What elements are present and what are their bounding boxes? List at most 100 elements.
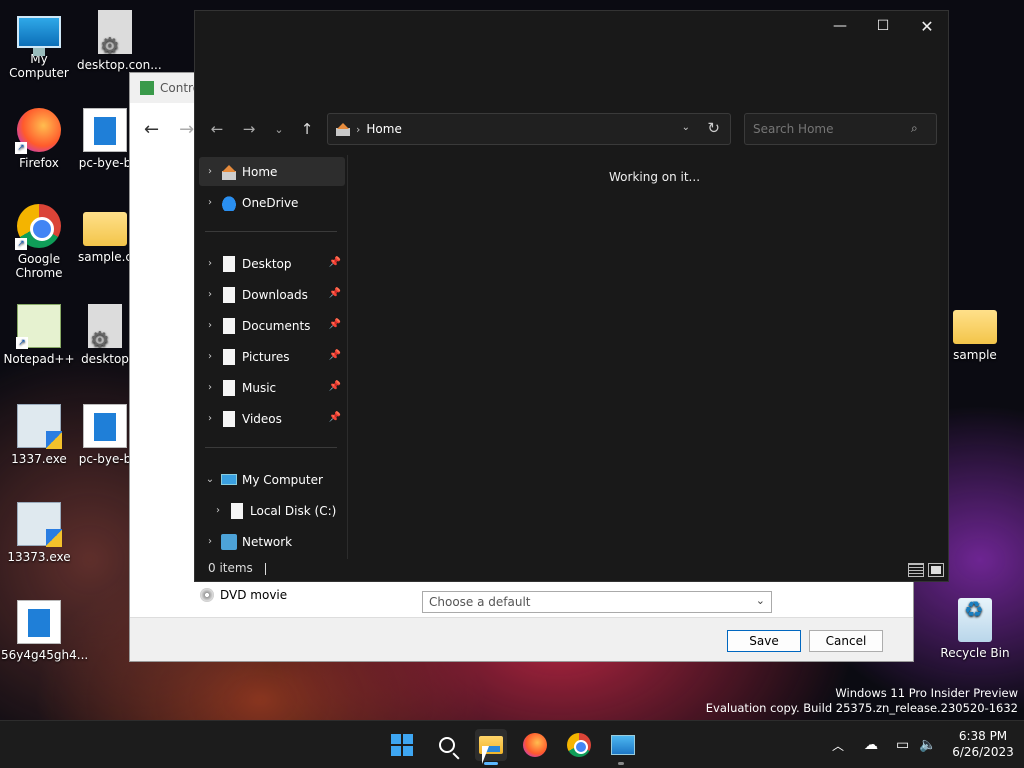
desktop-icon-desktop[interactable]: desktop — [77, 304, 133, 366]
chevron-right-icon[interactable]: › — [199, 166, 221, 177]
pin-icon[interactable]: 📌 — [329, 257, 341, 268]
forward-arrow-icon[interactable]: → — [179, 119, 194, 140]
back-arrow-icon[interactable]: ← — [144, 119, 159, 140]
settings-file-icon — [98, 10, 132, 54]
sidebar-item-label: Videos — [242, 411, 282, 426]
taskbar: ︿ ☁ ▭ 🔈 6:38 PM 6/26/2023 — [0, 720, 1024, 768]
pin-icon[interactable]: 📌 — [329, 350, 341, 361]
sidebar-item-pictures[interactable]: › Pictures 📌 — [199, 342, 345, 371]
taskbar-clock[interactable]: 6:38 PM 6/26/2023 — [948, 728, 1018, 760]
chevron-right-icon[interactable]: › — [199, 258, 221, 269]
taskbar-firefox[interactable] — [519, 729, 551, 761]
start-button[interactable] — [386, 729, 418, 761]
taskbar-search-button[interactable] — [431, 729, 463, 761]
sidebar-item-network[interactable]: › Network — [199, 527, 345, 556]
pin-icon[interactable]: 📌 — [329, 412, 341, 423]
desktop-icon-notepadpp[interactable]: Notepad++ — [1, 304, 77, 366]
chevron-right-icon[interactable]: › — [207, 505, 229, 516]
volume-icon[interactable]: 🔈 — [919, 721, 936, 768]
sidebar-item-videos[interactable]: › Videos 📌 — [199, 404, 345, 433]
sidebar-item-downloads[interactable]: › Downloads 📌 — [199, 280, 345, 309]
chevron-right-icon[interactable]: › — [199, 382, 221, 393]
explorer-toolbar: ← → ⌄ ↑ › Home ⌄ ↻ ⌕ — [195, 111, 948, 147]
explorer-titlebar: — ☐ ✕ — [195, 11, 948, 41]
breadcrumb-home[interactable]: Home — [366, 122, 401, 136]
desktop-icon-desktop-config[interactable]: desktop.con... — [77, 10, 162, 72]
sidebar-item-desktop[interactable]: › Desktop 📌 — [199, 249, 345, 278]
pin-icon[interactable]: 📌 — [329, 319, 341, 330]
forward-arrow-icon[interactable]: → — [233, 114, 265, 144]
document-icon — [83, 404, 127, 448]
breadcrumb-separator-icon: › — [356, 122, 361, 136]
desktop-icon-pc-bye-2[interactable]: pc-bye-b — [77, 404, 133, 466]
chevron-down-icon: ⌄ — [755, 594, 765, 607]
back-arrow-icon[interactable]: ← — [201, 114, 233, 144]
windows-logo-icon — [391, 734, 413, 756]
running-app-indicator — [618, 762, 624, 765]
save-button[interactable]: Save — [727, 630, 801, 652]
sidebar-item-label: Music — [242, 380, 277, 395]
home-icon — [336, 122, 350, 136]
dvd-default-select[interactable]: Choose a default ⌄ — [422, 591, 772, 613]
sidebar-item-my-computer[interactable]: ⌄ My Computer — [199, 465, 345, 494]
chevron-down-icon[interactable]: ⌄ — [682, 122, 690, 133]
cancel-button[interactable]: Cancel — [809, 630, 883, 652]
desktop-icon-sample-c[interactable]: sample.c — [77, 204, 133, 264]
pin-icon[interactable]: 📌 — [329, 288, 341, 299]
mouse-cursor-icon — [482, 746, 489, 764]
show-hidden-icons-chevron-icon[interactable]: ︿ — [832, 721, 844, 768]
chevron-right-icon[interactable]: › — [199, 320, 221, 331]
chevron-right-icon[interactable]: › — [199, 413, 221, 424]
desktop-icon-label: 56y4g45gh4... — [1, 648, 89, 662]
sidebar-item-label: Home — [242, 164, 278, 179]
firefox-icon — [15, 108, 61, 154]
pin-icon[interactable]: 📌 — [329, 381, 341, 392]
sidebar-item-music[interactable]: › Music 📌 — [199, 373, 345, 402]
home-icon — [221, 164, 237, 180]
taskbar-file-explorer[interactable] — [475, 729, 507, 761]
details-view-icon[interactable] — [908, 563, 924, 577]
navigation-pane-scrollbar[interactable] — [347, 155, 348, 559]
network-icon — [221, 533, 237, 550]
refresh-icon[interactable]: ↻ — [707, 119, 720, 137]
network-disconnected-icon[interactable]: ☁ — [864, 721, 878, 768]
taskbar-control-panel[interactable] — [607, 729, 639, 761]
minimize-button[interactable]: — — [817, 11, 863, 41]
chevron-right-icon[interactable]: › — [199, 536, 221, 547]
desktop-icon-firefox[interactable]: Firefox — [1, 108, 77, 170]
computer-icon — [17, 16, 61, 56]
desktop-icon-recycle-bin[interactable]: Recycle Bin — [937, 598, 1013, 660]
close-button[interactable]: ✕ — [904, 11, 950, 41]
chevron-right-icon[interactable]: › — [199, 351, 221, 362]
status-bar: 0 items — [195, 555, 948, 581]
maximize-button[interactable]: ☐ — [860, 11, 906, 41]
device-icon[interactable]: ▭ — [896, 721, 909, 768]
dvd-movie-label: DVD movie — [220, 588, 288, 602]
page-icon — [223, 255, 235, 272]
desktop-icon-13373-exe[interactable]: 13373.exe — [1, 502, 77, 564]
executable-icon — [17, 404, 62, 449]
desktop-icon-1337-exe[interactable]: 1337.exe — [1, 404, 77, 466]
chevron-right-icon[interactable]: › — [199, 197, 221, 208]
sidebar-item-onedrive[interactable]: › OneDrive — [199, 188, 345, 217]
dvd-disc-icon — [200, 588, 214, 602]
desktop-icon-chrome[interactable]: Google Chrome — [1, 204, 77, 280]
sidebar-item-label: OneDrive — [242, 195, 299, 210]
up-arrow-icon[interactable]: ↑ — [291, 114, 323, 144]
page-icon — [223, 379, 235, 396]
desktop-icon-pc-bye-1[interactable]: pc-bye-b — [77, 108, 133, 170]
sidebar-item-label: Desktop — [242, 256, 292, 271]
chevron-right-icon[interactable]: › — [199, 289, 221, 300]
chevron-down-icon[interactable]: ⌄ — [199, 474, 221, 485]
file-explorer-dialog: — ☐ ✕ ← → ⌄ ↑ › Home ⌄ ↻ ⌕ › Home › OneD… — [194, 10, 949, 582]
taskbar-chrome[interactable] — [563, 729, 595, 761]
address-bar[interactable]: › Home ⌄ ↻ — [327, 113, 731, 145]
desktop-icon-56y4g45gh4[interactable]: 56y4g45gh4... — [1, 600, 89, 662]
desktop-icon-my-computer[interactable]: My Computer — [1, 10, 77, 80]
watermark-line-2: Evaluation copy. Build 25375.zn_release.… — [705, 701, 1018, 715]
large-icons-view-icon[interactable] — [928, 563, 944, 577]
sidebar-item-local-disk[interactable]: › Local Disk (C:) — [199, 496, 345, 525]
sidebar-item-documents[interactable]: › Documents 📌 — [199, 311, 345, 340]
search-input[interactable] — [744, 113, 937, 145]
sidebar-item-home[interactable]: › Home — [199, 157, 345, 186]
